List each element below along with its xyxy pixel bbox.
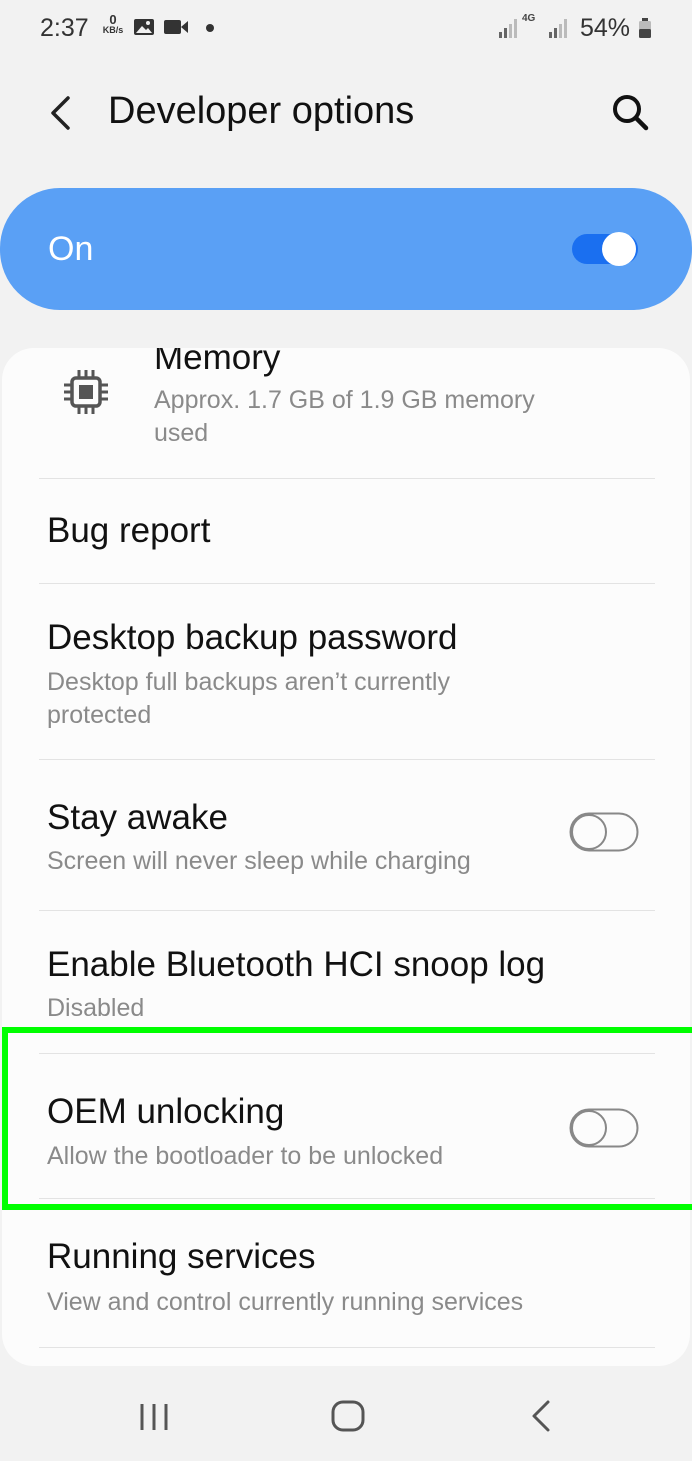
memory-title: Memory: [154, 348, 281, 377]
list-item-bug-report[interactable]: Bug report: [2, 479, 690, 584]
home-icon[interactable]: [328, 1398, 368, 1434]
stay-awake-subtitle: Screen will never sleep while charging: [47, 847, 471, 875]
battery-percentage: 54%: [580, 14, 631, 42]
list-item-desktop-backup-password[interactable]: Desktop backup password Desktop full bac…: [2, 584, 690, 759]
net-speed-indicator: 0 KB/s: [100, 13, 126, 35]
list-item-running-services[interactable]: Running services View and control curren…: [2, 1199, 690, 1347]
memory-subtitle: Approx. 1.7 GB of 1.9 GB memory used: [154, 386, 535, 447]
more-notifications-dot: [206, 24, 214, 32]
status-time: 2:37: [40, 14, 89, 42]
desktop-backup-subtitle: Desktop full backups aren’t currently pr…: [47, 668, 450, 729]
recent-apps-icon[interactable]: [136, 1402, 172, 1432]
video-notification-icon: [164, 20, 188, 34]
signal-strength-icon: [499, 19, 517, 38]
running-services-title: Running services: [47, 1237, 316, 1276]
memory-chip-icon: [64, 370, 108, 414]
back-arrow-icon[interactable]: [40, 90, 82, 136]
battery-icon: [639, 18, 651, 38]
navigation-bar: [0, 1370, 692, 1461]
divider: [39, 1347, 655, 1348]
back-icon[interactable]: [526, 1398, 556, 1434]
page-title: Developer options: [108, 90, 415, 132]
stay-awake-title: Stay awake: [47, 798, 228, 837]
bluetooth-hci-title: Enable Bluetooth HCI snoop log: [47, 945, 546, 984]
network-type-label: 4G: [522, 13, 536, 24]
master-toggle-switch[interactable]: [571, 230, 641, 268]
net-speed-unit: KB/s: [102, 25, 124, 35]
bug-report-title: Bug report: [47, 511, 211, 550]
master-switch-label: On: [48, 230, 94, 268]
status-bar: 2:37 0 KB/s 4G 54%: [0, 0, 692, 58]
running-services-subtitle: View and control currently running servi…: [47, 1288, 524, 1316]
list-item-memory[interactable]: Memory Approx. 1.7 GB of 1.9 GB memory u…: [2, 348, 690, 478]
signal-strength-secondary-icon: [549, 19, 567, 38]
settings-list: Memory Approx. 1.7 GB of 1.9 GB memory u…: [2, 348, 690, 1366]
bluetooth-hci-subtitle: Disabled: [47, 994, 145, 1022]
oem-unlocking-highlight-box: [2, 1027, 692, 1210]
stay-awake-toggle[interactable]: [569, 812, 639, 852]
desktop-backup-title: Desktop backup password: [47, 618, 458, 657]
app-header: Developer options: [0, 70, 692, 160]
gallery-notification-icon: [134, 19, 154, 35]
search-icon[interactable]: [606, 88, 654, 136]
list-item-stay-awake[interactable]: Stay awake Screen will never sleep while…: [2, 760, 690, 910]
